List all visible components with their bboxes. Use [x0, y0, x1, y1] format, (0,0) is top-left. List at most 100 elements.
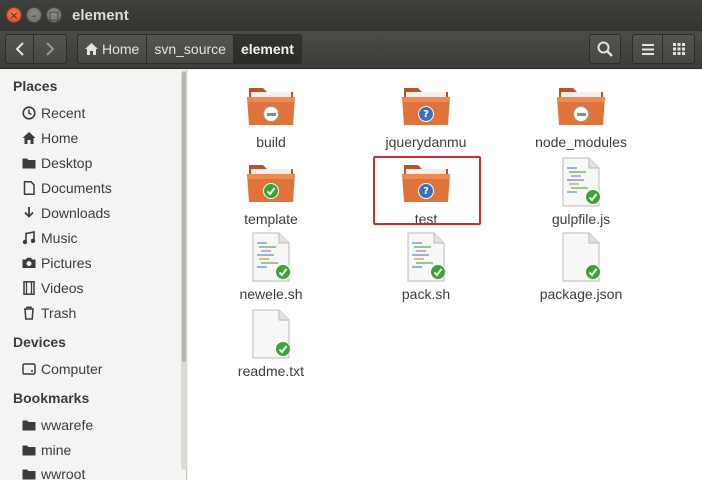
document-icon: [22, 181, 36, 195]
maximize-window-button[interactable]: □: [46, 7, 62, 23]
sidebar-item-label: wwroot: [41, 466, 86, 480]
file-item[interactable]: node_modules: [521, 80, 641, 150]
close-icon: ×: [9, 8, 19, 22]
breadcrumb: Home svn_source element: [77, 34, 302, 64]
chevron-right-icon: [46, 42, 55, 56]
sidebar-item-downloads[interactable]: Downloads: [0, 201, 180, 225]
maximize-icon: □: [48, 8, 60, 22]
script-file-icon: [553, 157, 609, 207]
folder-icon: [243, 157, 299, 207]
file-item[interactable]: ? jquerydanmu: [366, 80, 486, 150]
breadcrumb-label: element: [240, 41, 294, 57]
file-item[interactable]: pack.sh: [366, 232, 486, 302]
breadcrumb-home[interactable]: Home: [77, 34, 148, 64]
text-file-icon: [553, 232, 609, 282]
film-icon: [22, 281, 36, 295]
sidebar-item-label: Computer: [41, 361, 103, 377]
clock-icon: [22, 106, 36, 120]
file-item[interactable]: template: [211, 157, 331, 227]
sidebar-item-label: Pictures: [41, 255, 92, 271]
ignored-badge-icon: [573, 106, 589, 122]
sidebar: Places Recent Home Desktop Documents Dow…: [0, 70, 187, 480]
checkmark-badge-icon: [263, 183, 279, 199]
sidebar-item-documents[interactable]: Documents: [0, 176, 180, 200]
file-item[interactable]: readme.txt: [211, 309, 331, 379]
title-bar[interactable]: × – □ element: [0, 0, 702, 31]
folder-icon: [22, 443, 36, 457]
sidebar-item-label: Trash: [41, 305, 77, 321]
file-name: gulpfile.js: [551, 211, 611, 227]
sidebar-item-mine[interactable]: mine: [0, 438, 180, 462]
script-file-icon: [398, 232, 454, 282]
minimize-icon: –: [31, 8, 37, 22]
drive-icon: [22, 362, 36, 376]
back-button[interactable]: [5, 34, 34, 64]
file-name: readme.txt: [237, 363, 305, 379]
forward-button[interactable]: [33, 34, 67, 64]
window-title: element: [72, 7, 129, 24]
checkmark-badge-icon: [275, 341, 291, 357]
sidebar-item-pictures[interactable]: Pictures: [0, 251, 180, 275]
ignored-badge-icon: [263, 106, 279, 122]
sidebar-heading-bookmarks: Bookmarks: [13, 390, 90, 406]
minimize-window-button[interactable]: –: [26, 7, 42, 23]
question-badge-icon: ?: [418, 106, 434, 122]
file-item[interactable]: package.json: [521, 232, 641, 302]
checkmark-badge-icon: [275, 264, 291, 280]
folder-icon: [553, 80, 609, 130]
folder-icon: ?: [398, 80, 454, 130]
sidebar-item-music[interactable]: Music: [0, 226, 180, 250]
text-file-icon: [243, 309, 299, 359]
sidebar-heading-places: Places: [13, 78, 58, 94]
checkmark-badge-icon: [585, 264, 601, 280]
sidebar-item-videos[interactable]: Videos: [0, 276, 180, 300]
file-item[interactable]: build: [211, 80, 331, 150]
breadcrumb-svn-source[interactable]: svn_source: [147, 34, 234, 64]
sidebar-item-recent[interactable]: Recent: [0, 101, 180, 125]
checkmark-badge-icon: [585, 189, 601, 205]
camera-icon: [22, 256, 36, 270]
sidebar-item-label: Downloads: [41, 205, 111, 221]
file-name: package.json: [539, 286, 623, 302]
sidebar-heading-devices: Devices: [13, 334, 66, 350]
breadcrumb-label: svn_source: [154, 41, 226, 57]
sidebar-item-label: Recent: [41, 105, 86, 121]
list-view-button[interactable]: [632, 34, 663, 64]
sidebar-item-label: Music: [41, 230, 78, 246]
sidebar-item-desktop[interactable]: Desktop: [0, 151, 180, 175]
music-icon: [22, 231, 36, 245]
selection-highlight: [373, 156, 481, 225]
sidebar-item-wwarefe[interactable]: wwarefe: [0, 413, 180, 437]
download-icon: [22, 206, 36, 220]
folder-icon: [22, 156, 36, 170]
file-name: template: [244, 211, 298, 227]
checkmark-badge-icon: [430, 264, 446, 280]
sidebar-item-computer[interactable]: Computer: [0, 357, 180, 381]
file-name: pack.sh: [401, 286, 451, 302]
grid-view-button[interactable]: [662, 34, 695, 64]
file-item[interactable]: newele.sh: [211, 232, 331, 302]
sidebar-item-label: Videos: [41, 280, 84, 296]
home-icon: [85, 43, 98, 55]
sidebar-item-label: Documents: [41, 180, 112, 196]
list-icon: [641, 43, 654, 55]
sidebar-item-wwroot[interactable]: wwroot: [0, 462, 180, 480]
file-item[interactable]: gulpfile.js: [521, 157, 641, 227]
close-window-button[interactable]: ×: [6, 7, 22, 23]
sidebar-item-label: Desktop: [41, 155, 93, 171]
chevron-left-icon: [15, 42, 24, 56]
sidebar-item-home[interactable]: Home: [0, 126, 180, 150]
folder-icon: [22, 467, 36, 480]
sidebar-item-trash[interactable]: Trash: [0, 301, 180, 325]
breadcrumb-element[interactable]: element: [233, 34, 302, 64]
home-icon: [22, 131, 36, 145]
folder-icon: [243, 80, 299, 130]
trash-icon: [22, 306, 36, 320]
sidebar-scrollbar-thumb[interactable]: [182, 72, 186, 362]
search-button[interactable]: [589, 34, 621, 64]
file-name: jquerydanmu: [385, 134, 467, 150]
sidebar-item-label: wwarefe: [41, 417, 94, 433]
sidebar-item-label: Home: [41, 130, 79, 146]
script-file-icon: [243, 232, 299, 282]
search-icon: [597, 41, 613, 57]
